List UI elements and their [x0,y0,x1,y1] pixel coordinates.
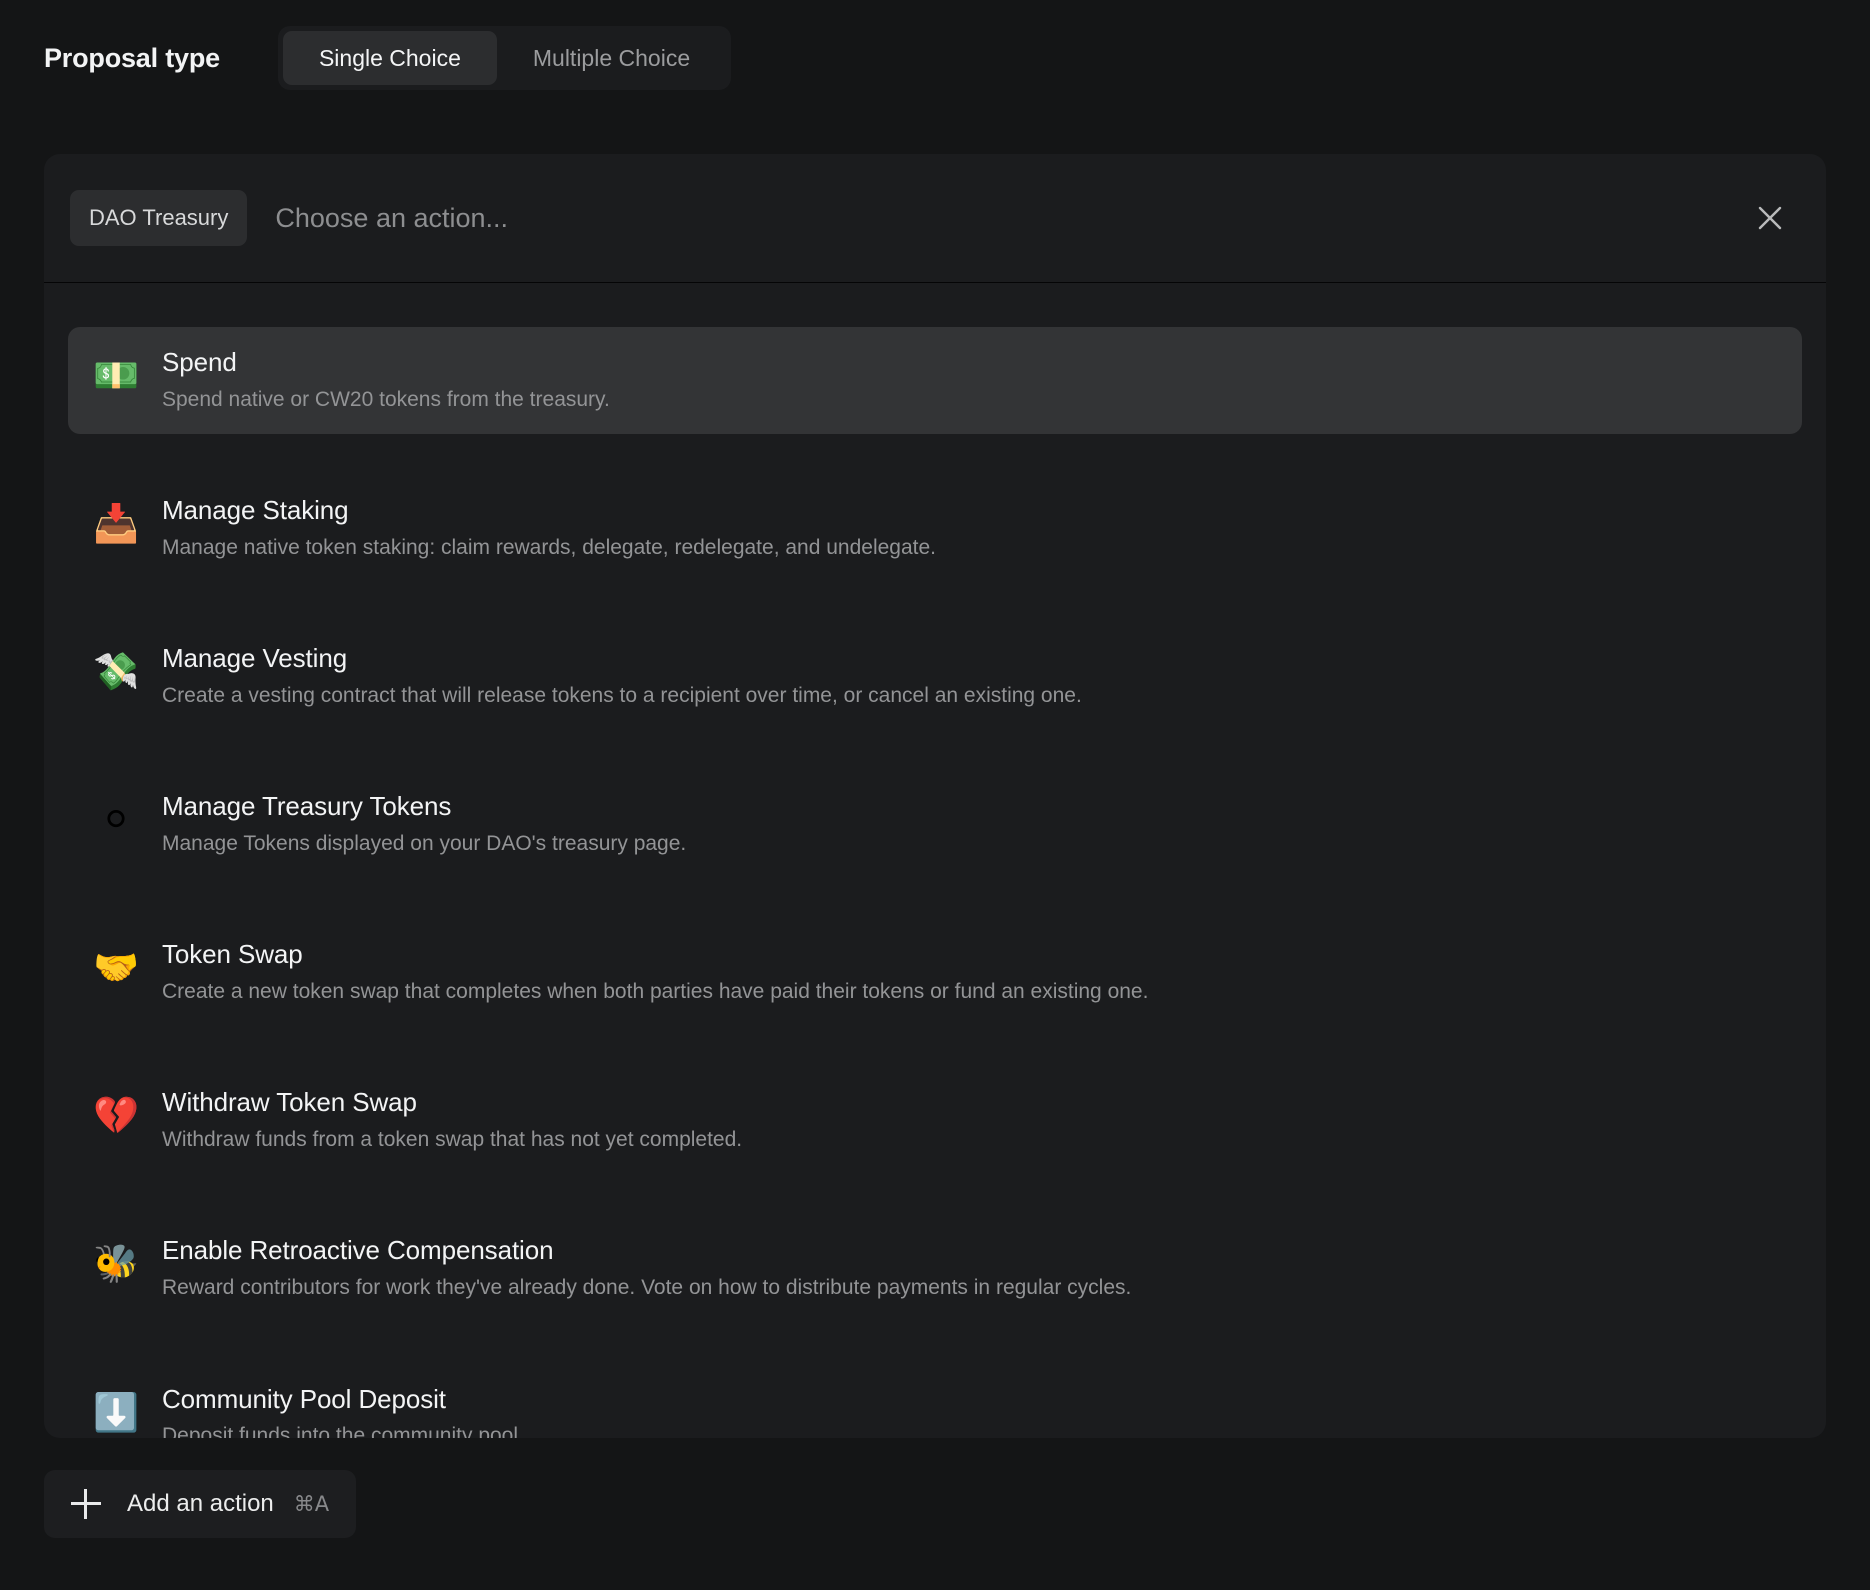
action-description: Withdraw funds from a token swap that ha… [162,1128,743,1152]
tab-multiple-choice[interactable]: Multiple Choice [497,31,726,85]
action-title: Spend [162,347,237,377]
banknote-emoji: 💵 [92,354,140,397]
action-search-bar: DAO Treasury [44,154,1826,283]
add-action-shortcut: ⌘A [293,1492,330,1516]
action-description: Spend native or CW20 tokens from the tre… [162,387,610,411]
broken-heart-emoji: 💔 [92,1094,140,1138]
action-row-manage-vesting[interactable]: 💸 Manage Vesting Create a vesting contra… [68,623,1802,730]
add-action-label: Add an action [127,1490,274,1517]
tab-single-choice[interactable]: Single Choice [282,31,497,85]
action-text: Community Pool Deposit Deposit funds int… [162,1384,524,1438]
action-picker-page: Proposal type Single Choice Multiple Cho… [0,0,1870,1590]
action-row-community-pool-deposit[interactable]: ⬇️ Community Pool Deposit Deposit funds … [68,1364,1802,1438]
dao-treasury-chip[interactable]: DAO Treasury [70,190,248,246]
proposal-type-row: Proposal type Single Choice Multiple Cho… [44,26,732,90]
action-text: Enable Retroactive Compensation Reward c… [162,1235,1131,1300]
honeybee-emoji: 🐝 [92,1242,140,1286]
action-title: Enable Retroactive Compensation [162,1235,554,1266]
action-text: Manage Treasury Tokens Manage Tokens dis… [162,791,686,856]
action-title: Manage Vesting [162,643,348,674]
action-text: Spend Spend native or CW20 tokens from t… [162,347,610,412]
down-arrow-emoji: ⬇️ [92,1390,140,1434]
action-text: Manage Vesting Create a vesting contract… [162,643,1082,708]
action-title: Manage Staking [162,495,349,526]
action-description: Create a vesting contract that will rele… [162,684,1082,708]
white-circle-emoji: ⚪ [100,798,132,842]
action-text: Manage Staking Manage native token staki… [162,495,936,560]
action-row-spend[interactable]: 💵 Spend Spend native or CW20 tokens from… [68,327,1802,435]
action-description: Create a new token swap that completes w… [162,980,1149,1004]
action-description: Deposit funds into the community pool. [162,1424,524,1438]
action-text: Withdraw Token Swap Withdraw funds from … [162,1087,742,1152]
action-title: Manage Treasury Tokens [162,791,452,822]
proposal-type-segmented-control[interactable]: Single Choice Multiple Choice [277,26,732,90]
plus-icon [71,1489,101,1519]
action-row-enable-retroactive-compensation[interactable]: 🐝 Enable Retroactive Compensation Reward… [68,1215,1802,1322]
action-description: Reward contributors for work they've alr… [162,1276,1132,1300]
action-description: Manage Tokens displayed on your DAO's tr… [162,832,687,856]
action-title: Community Pool Deposit [162,1383,446,1414]
action-text: Token Swap Create a new token swap that … [162,939,1148,1004]
proposal-type-label: Proposal type [44,42,220,73]
close-button[interactable] [1746,194,1794,242]
action-row-manage-staking[interactable]: 📥 Manage Staking Manage native token sta… [68,475,1802,582]
inbox-tray-emoji: 📥 [92,502,140,546]
add-action-button[interactable]: Add an action ⌘A [44,1470,357,1538]
action-description: Manage native token staking: claim rewar… [162,535,937,559]
action-row-manage-treasury-tokens[interactable]: ⚪ Manage Treasury Tokens Manage Tokens d… [68,771,1802,878]
close-icon [1755,203,1785,233]
action-results-list: 💵 Spend Spend native or CW20 tokens from… [44,283,1826,1438]
action-picker-panel: DAO Treasury 💵 Spend Spend native or CW2… [44,154,1826,1438]
handshake-emoji: 🤝 [92,946,140,990]
action-row-withdraw-token-swap[interactable]: 💔 Withdraw Token Swap Withdraw funds fro… [68,1067,1802,1174]
money-with-wings-emoji: 💸 [92,650,140,694]
action-row-token-swap[interactable]: 🤝 Token Swap Create a new token swap tha… [68,919,1802,1026]
action-title: Token Swap [162,939,303,970]
action-search-input[interactable] [275,190,1800,246]
action-title: Withdraw Token Swap [162,1087,417,1118]
